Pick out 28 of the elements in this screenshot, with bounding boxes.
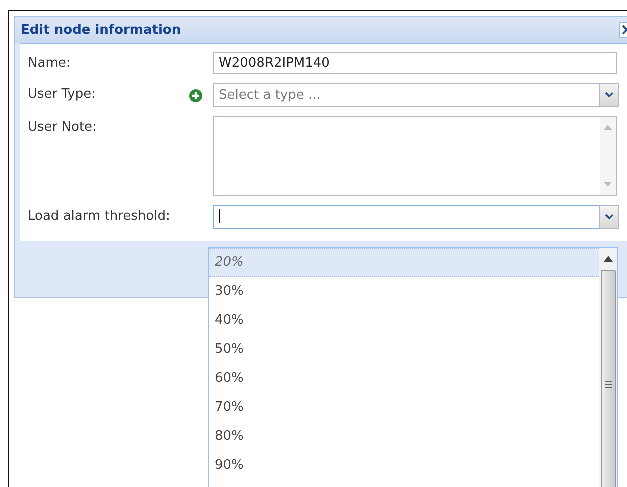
- dropdown-option[interactable]: 50%: [209, 335, 599, 364]
- window-title: Edit node information: [21, 22, 182, 38]
- scroll-up-icon[interactable]: [604, 256, 612, 262]
- combo-field[interactable]: Select a type ...: [213, 83, 599, 107]
- dropdown-option[interactable]: 70%: [209, 393, 599, 422]
- dropdown-option[interactable]: 90%: [209, 451, 599, 480]
- dropdown-button[interactable]: [599, 83, 619, 107]
- scrollbar[interactable]: [600, 117, 616, 195]
- combo-field[interactable]: [213, 205, 599, 229]
- field-label: Name:: [28, 55, 72, 71]
- field-label: Load alarm threshold:: [28, 208, 172, 224]
- dropdown-option[interactable]: 60%: [209, 364, 599, 393]
- dropdown-option[interactable]: 30%: [209, 277, 599, 306]
- name-field[interactable]: W2008R2IPM140: [213, 52, 617, 74]
- dropdown-button[interactable]: [599, 205, 619, 229]
- dropdown-option[interactable]: 40%: [209, 306, 599, 335]
- dropdown-option[interactable]: 20%: [209, 248, 599, 277]
- dropdown-option[interactable]: 80%: [209, 422, 599, 451]
- add-icon[interactable]: [188, 89, 202, 103]
- note-field[interactable]: [213, 116, 617, 196]
- scrollbar[interactable]: [599, 248, 617, 487]
- scroll-down-icon[interactable]: [604, 182, 612, 187]
- text-cursor: [219, 209, 220, 223]
- scroll-thumb[interactable]: [600, 270, 616, 487]
- chevron-down-icon: [604, 214, 614, 220]
- chevron-down-icon: [604, 92, 614, 98]
- field-label: User Note:: [28, 119, 98, 135]
- field-label: User Type:: [28, 86, 98, 102]
